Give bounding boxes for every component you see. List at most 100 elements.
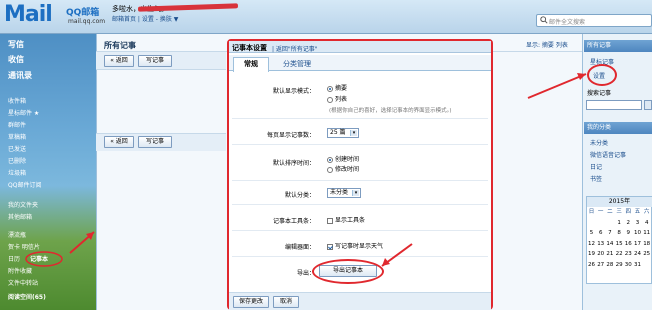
calendar-day[interactable]: 18 bbox=[642, 240, 651, 249]
back-to-all-notes-link[interactable]: | 返回"所有记事" bbox=[272, 44, 317, 53]
sidebar-item-notes[interactable]: 记事本 bbox=[30, 254, 48, 263]
contacts-link[interactable]: 通讯录 bbox=[8, 70, 32, 81]
category-value: 未分类 bbox=[330, 189, 349, 196]
notes-search-button[interactable] bbox=[644, 100, 652, 110]
calendar-day[interactable]: 31 bbox=[633, 261, 642, 270]
tab-general[interactable]: 常规 bbox=[233, 57, 269, 72]
folder-deleted[interactable]: 已删除 bbox=[8, 156, 26, 165]
calendar-day[interactable]: 5 bbox=[587, 229, 596, 238]
my-folders[interactable]: 我的文件夹 bbox=[8, 200, 38, 209]
calendar-weekday: 四 bbox=[625, 209, 632, 215]
calendar-day[interactable]: 27 bbox=[596, 261, 605, 270]
export-label: 导出： bbox=[296, 270, 315, 277]
radio-summary[interactable] bbox=[327, 85, 333, 92]
calendar-day[interactable]: 29 bbox=[615, 261, 624, 270]
calendar-day[interactable]: 19 bbox=[587, 250, 596, 259]
inbox-link[interactable]: 收信 bbox=[8, 54, 24, 65]
toolbar-option[interactable]: 显示工具条 bbox=[327, 215, 365, 224]
top-links[interactable]: 邮箱首页 | 设置 - 换肤 ▼ bbox=[112, 14, 178, 23]
sort-modified[interactable]: 修改时间 bbox=[327, 164, 359, 173]
category-bookmarks[interactable]: 书签 bbox=[590, 174, 602, 183]
calendar-day[interactable]: 10 bbox=[633, 229, 642, 238]
annotation-circle bbox=[312, 259, 384, 284]
page-title: 所有记事 bbox=[104, 41, 136, 50]
calendar-day[interactable] bbox=[605, 219, 614, 228]
calendar-day[interactable]: 4 bbox=[642, 219, 651, 228]
radio-modified[interactable] bbox=[327, 166, 333, 173]
sidebar-item-attachments[interactable]: 附件收藏 bbox=[8, 266, 32, 275]
calendar-day[interactable]: 11 bbox=[642, 229, 651, 238]
display-mode-summary[interactable]: 摘要 bbox=[327, 83, 347, 92]
calendar-day[interactable]: 13 bbox=[596, 240, 605, 249]
folder-sent[interactable]: 已发送 bbox=[8, 144, 26, 153]
folder-group[interactable]: 群邮件 bbox=[8, 120, 26, 129]
calendar-day[interactable]: 1 bbox=[615, 219, 624, 228]
calendar-day[interactable]: 14 bbox=[605, 240, 614, 249]
calendar-day[interactable]: 17 bbox=[633, 240, 642, 249]
calendar-day[interactable]: 22 bbox=[615, 250, 624, 259]
search-icon bbox=[540, 16, 548, 24]
folder-spam[interactable]: 垃圾箱 bbox=[8, 168, 26, 177]
sidebar-item-drift-bottle[interactable]: 漂流瓶 bbox=[8, 230, 26, 239]
cancel-button[interactable]: 取消 bbox=[273, 296, 299, 308]
sidebar-item-read-space[interactable]: 阅读空间(65) bbox=[8, 292, 46, 301]
radio-created[interactable] bbox=[327, 156, 333, 163]
toolbar-checkbox[interactable] bbox=[327, 217, 333, 224]
per-page-select[interactable]: 25 篇 ▾ bbox=[327, 128, 359, 138]
sidebar-item-calendar[interactable]: 日历 bbox=[8, 254, 20, 263]
notes-search-input[interactable] bbox=[586, 100, 642, 110]
calendar-day[interactable]: 21 bbox=[605, 250, 614, 259]
calendar-day[interactable]: 30 bbox=[624, 261, 633, 270]
calendar-day[interactable]: 6 bbox=[596, 229, 605, 238]
calendar-day[interactable]: 16 bbox=[624, 240, 633, 249]
tab-category-management[interactable]: 分类管理 bbox=[272, 59, 322, 69]
folder-starred[interactable]: 星标邮件 ★ bbox=[8, 108, 39, 117]
calendar-day[interactable]: 15 bbox=[615, 240, 624, 249]
calendar-day[interactable]: 7 bbox=[605, 229, 614, 238]
category-select[interactable]: 未分类 ▾ bbox=[327, 188, 361, 198]
write-note-button-bottom[interactable]: 写记事 bbox=[138, 136, 172, 148]
write-note-button[interactable]: 写记事 bbox=[138, 55, 172, 67]
back-button[interactable]: « 返回 bbox=[104, 55, 134, 67]
save-button[interactable]: 保存更改 bbox=[233, 296, 269, 308]
other-mail[interactable]: 其他邮箱 bbox=[8, 212, 32, 221]
weather-option[interactable]: 写记事时显示天气 bbox=[327, 241, 383, 250]
category-diary[interactable]: 日记 bbox=[590, 162, 602, 171]
category-uncategorized[interactable]: 未分类 bbox=[590, 138, 608, 147]
chevron-down-icon: ▾ bbox=[350, 130, 357, 136]
calendar-day[interactable]: 3 bbox=[633, 219, 642, 228]
sidebar-item-file-transfer[interactable]: 文件中转站 bbox=[8, 278, 38, 287]
folder-inbox[interactable]: 收件箱 bbox=[8, 96, 26, 105]
calendar-day[interactable]: 28 bbox=[605, 261, 614, 270]
sidebar: 写信 收信 通讯录 收件箱 星标邮件 ★ 群邮件 草稿箱 已发送 已删除 垃圾箱… bbox=[0, 34, 96, 310]
dialog-title: 记事本设置 bbox=[232, 44, 267, 52]
folder-subscriptions[interactable]: QQ邮件订阅 bbox=[8, 180, 41, 189]
calendar-day[interactable] bbox=[587, 219, 596, 228]
mail-search-input[interactable]: 邮件全文搜索 bbox=[536, 14, 652, 27]
calendar-day[interactable]: 26 bbox=[587, 261, 596, 270]
calendar-day[interactable]: 25 bbox=[642, 250, 651, 259]
calendar-day[interactable]: 2 bbox=[624, 219, 633, 228]
weather-checkbox[interactable] bbox=[327, 243, 333, 250]
all-notes-header[interactable]: 所有记事 bbox=[584, 40, 652, 52]
calendar-day[interactable]: 12 bbox=[587, 240, 596, 249]
divider bbox=[232, 230, 488, 231]
back-button-bottom[interactable]: « 返回 bbox=[104, 136, 134, 148]
mail-logo[interactable]: Mail bbox=[4, 2, 53, 27]
calendar-day[interactable]: 23 bbox=[624, 250, 633, 259]
calendar-day[interactable]: 24 bbox=[633, 250, 642, 259]
calendar-day[interactable] bbox=[596, 219, 605, 228]
view-mode-links[interactable]: 显示: 摘要 列表 bbox=[526, 40, 568, 49]
folder-drafts[interactable]: 草稿箱 bbox=[8, 132, 26, 141]
sort-created[interactable]: 创建时间 bbox=[327, 154, 359, 163]
display-mode-list[interactable]: 列表 bbox=[327, 94, 347, 103]
radio-list[interactable] bbox=[327, 96, 333, 103]
toolbar-option-label: 显示工具条 bbox=[335, 217, 366, 224]
calendar-day[interactable]: 20 bbox=[596, 250, 605, 259]
sidebar-item-cards[interactable]: 贺卡 明信片 bbox=[8, 242, 40, 251]
category-wechat-voice[interactable]: 微信语音记事 bbox=[590, 150, 626, 159]
calendar-day[interactable]: 9 bbox=[624, 229, 633, 238]
calendar-weekday: 六 bbox=[643, 209, 650, 215]
compose-link[interactable]: 写信 bbox=[8, 39, 24, 50]
calendar-day[interactable]: 8 bbox=[615, 229, 624, 238]
